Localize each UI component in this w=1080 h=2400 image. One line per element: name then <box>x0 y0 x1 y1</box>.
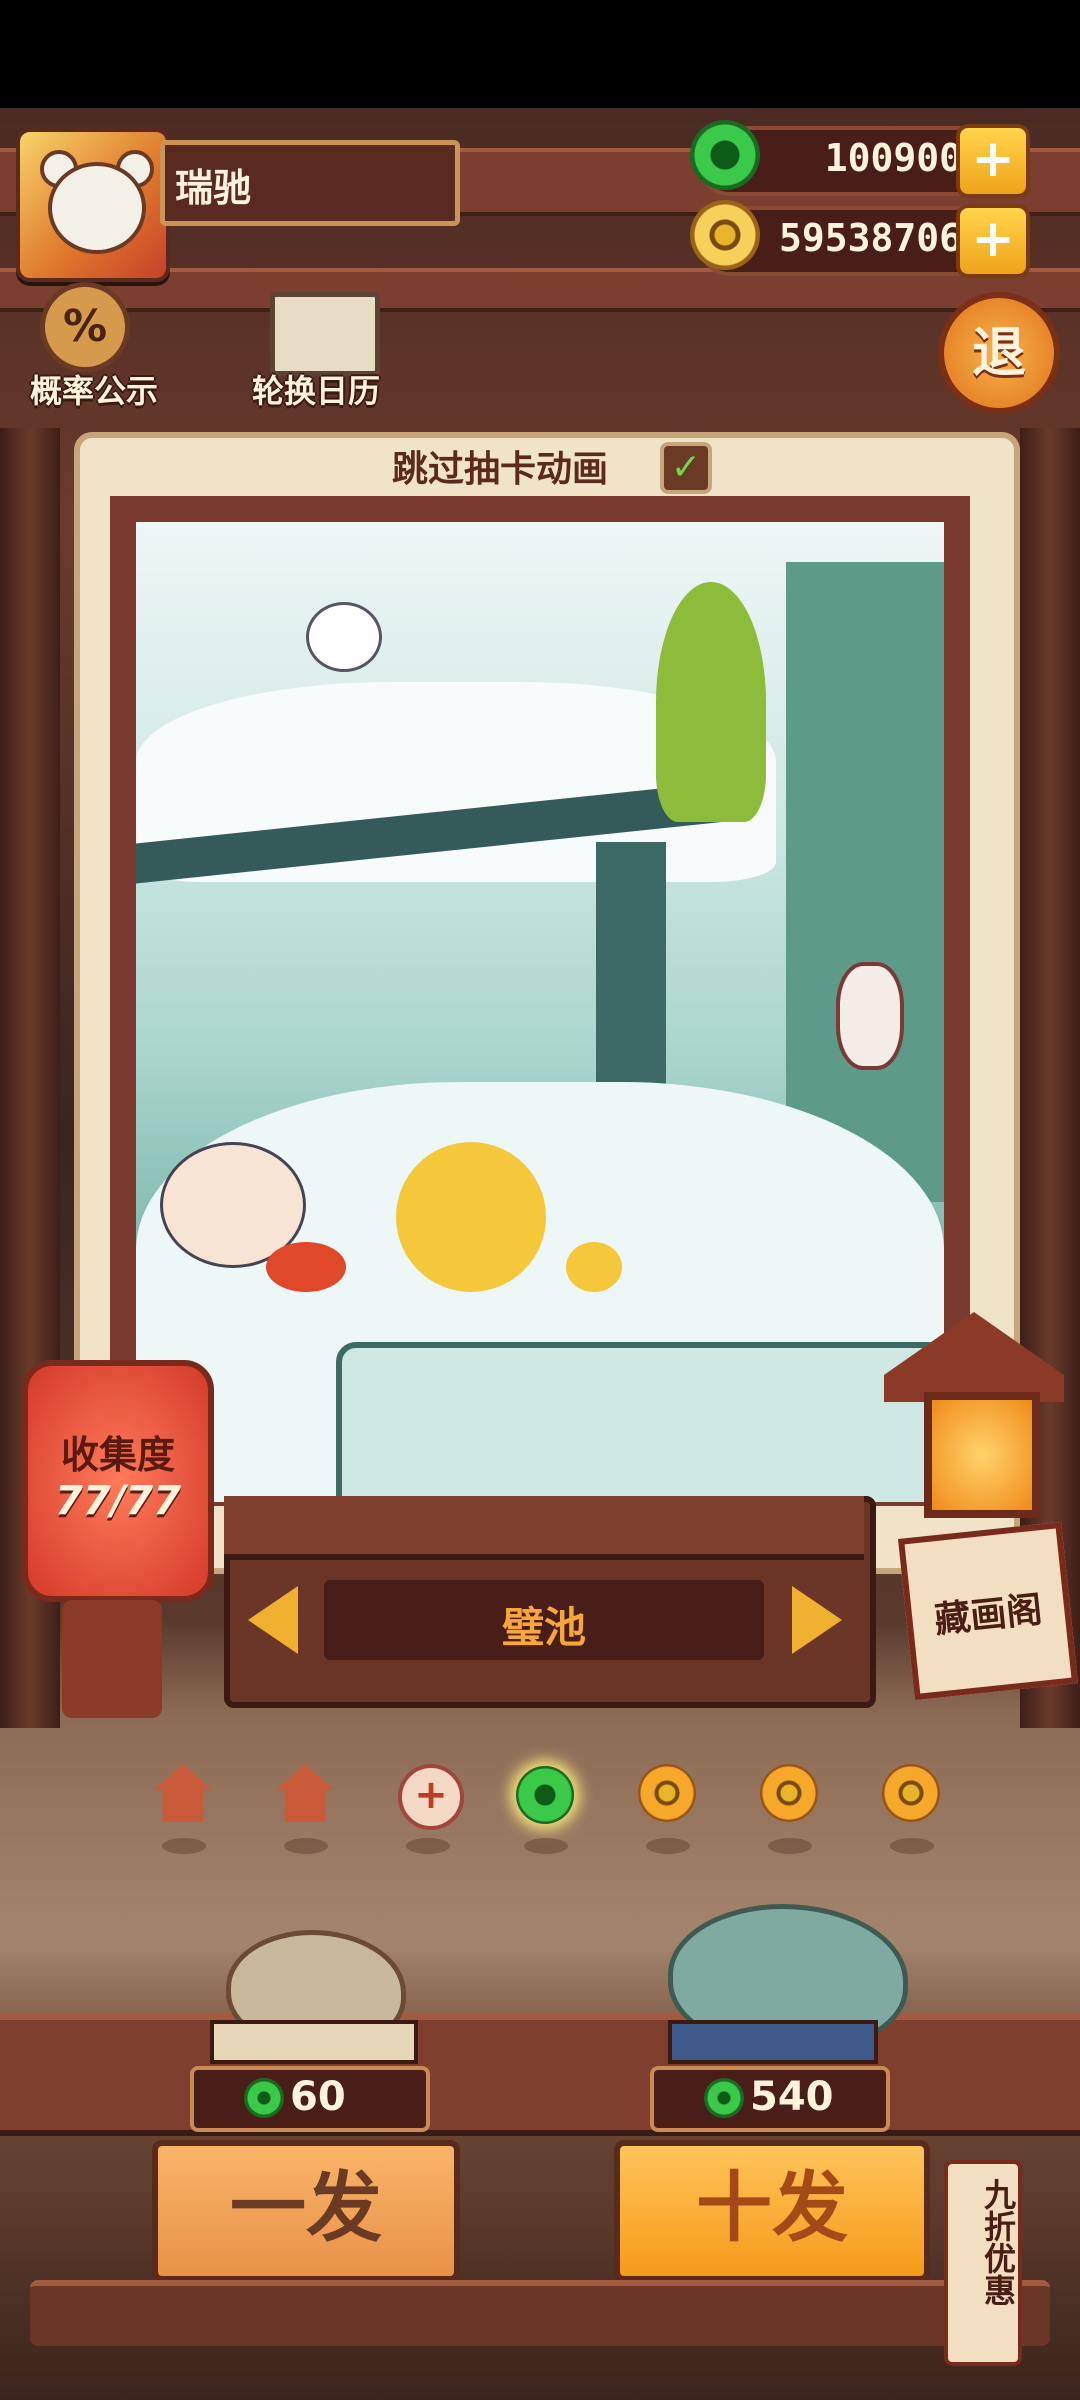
exit-button[interactable]: 退 <box>938 292 1060 414</box>
selector-top-board <box>224 1496 864 1560</box>
page-dot-jade-icon-selected[interactable] <box>516 1766 574 1824</box>
discount-label: 九折优惠 <box>979 2178 1017 2306</box>
dot-shadow <box>646 1838 690 1854</box>
dot-shadow <box>284 1838 328 1854</box>
shrine-lamp <box>924 1392 1040 1518</box>
probability-button[interactable]: % 概率公示 <box>20 276 180 410</box>
page-dot-plus-icon[interactable]: + <box>398 1764 464 1830</box>
single-draw-button[interactable]: 一发 <box>152 2140 460 2282</box>
draw-shelf <box>0 2014 1080 2136</box>
calendar-label: 轮换日历 <box>252 372 381 410</box>
side-building <box>786 562 944 1202</box>
painting-artwork <box>136 522 944 1502</box>
jade-icon <box>704 2078 744 2118</box>
page-dot-coin-icon[interactable] <box>638 1764 696 1822</box>
player-name: 瑞驰 <box>175 166 252 210</box>
skip-animation-checkbox[interactable]: ✓ <box>660 442 712 494</box>
collection-progress: 77/77 <box>55 1478 181 1524</box>
book-stack <box>668 2020 878 2064</box>
lantern-stand <box>62 1600 162 1718</box>
book-stack <box>210 2020 418 2064</box>
gold-coin-icon <box>690 200 760 270</box>
ten-draw-button[interactable]: 十发 <box>614 2140 930 2282</box>
bath-pool <box>336 1342 944 1502</box>
player-avatar[interactable] <box>16 128 170 282</box>
jade-currency: 100900 + <box>690 120 1030 198</box>
percent-icon: % <box>40 282 130 372</box>
calendar-button[interactable]: 轮换日历 <box>246 284 406 410</box>
dot-shadow <box>406 1838 450 1854</box>
tomatoes <box>266 1242 346 1292</box>
painting-name: 璧池 <box>501 1603 586 1652</box>
ten-draw-cost: 540 <box>650 2066 890 2132</box>
status-bar-area <box>0 0 1080 108</box>
collection-lantern[interactable]: 收集度 77/77 <box>22 1360 214 1602</box>
dot-shadow <box>162 1838 206 1854</box>
dot-shadow <box>524 1838 568 1854</box>
player-name-plate: 瑞驰 <box>160 140 460 226</box>
add-gold-button[interactable]: + <box>956 204 1030 278</box>
skip-animation-label: 跳过抽卡动画 <box>392 449 609 490</box>
painting-name-plate: 璧池 <box>324 1580 764 1660</box>
jade-amount: 100900 <box>824 136 962 180</box>
single-draw-cost: 60 <box>190 2066 430 2132</box>
previous-painting-arrow[interactable] <box>248 1586 298 1654</box>
next-painting-arrow[interactable] <box>792 1586 842 1654</box>
jade-icon <box>690 120 760 190</box>
counter-base <box>30 2280 1050 2346</box>
calendar-icon <box>270 292 380 376</box>
green-haired-girl <box>656 582 766 822</box>
probability-label: 概率公示 <box>30 372 159 410</box>
page-dot-coin-icon[interactable] <box>882 1764 940 1822</box>
jade-icon <box>244 2078 284 2118</box>
gallery-label: 藏画阁 <box>932 1589 1045 1642</box>
gold-currency: 59538706 + <box>690 200 1030 278</box>
single-draw-cost-value: 60 <box>290 2074 346 2120</box>
gallery-button[interactable]: 藏画阁 <box>897 1521 1079 1701</box>
chick <box>566 1242 622 1292</box>
ten-draw-cost-value: 540 <box>750 2074 834 2120</box>
page-dot-coin-icon[interactable] <box>760 1764 818 1822</box>
blonde-character <box>396 1142 546 1292</box>
add-jade-button[interactable]: + <box>956 124 1030 198</box>
avatar-face <box>48 162 146 254</box>
dot-shadow <box>890 1838 934 1854</box>
discount-tag: 九折优惠 <box>944 2160 1022 2366</box>
white-cat <box>306 602 382 672</box>
collection-label: 收集度 <box>60 1433 175 1477</box>
lantern-art <box>836 962 904 1070</box>
dot-shadow <box>768 1838 812 1854</box>
gold-amount: 59538706 <box>778 216 962 260</box>
